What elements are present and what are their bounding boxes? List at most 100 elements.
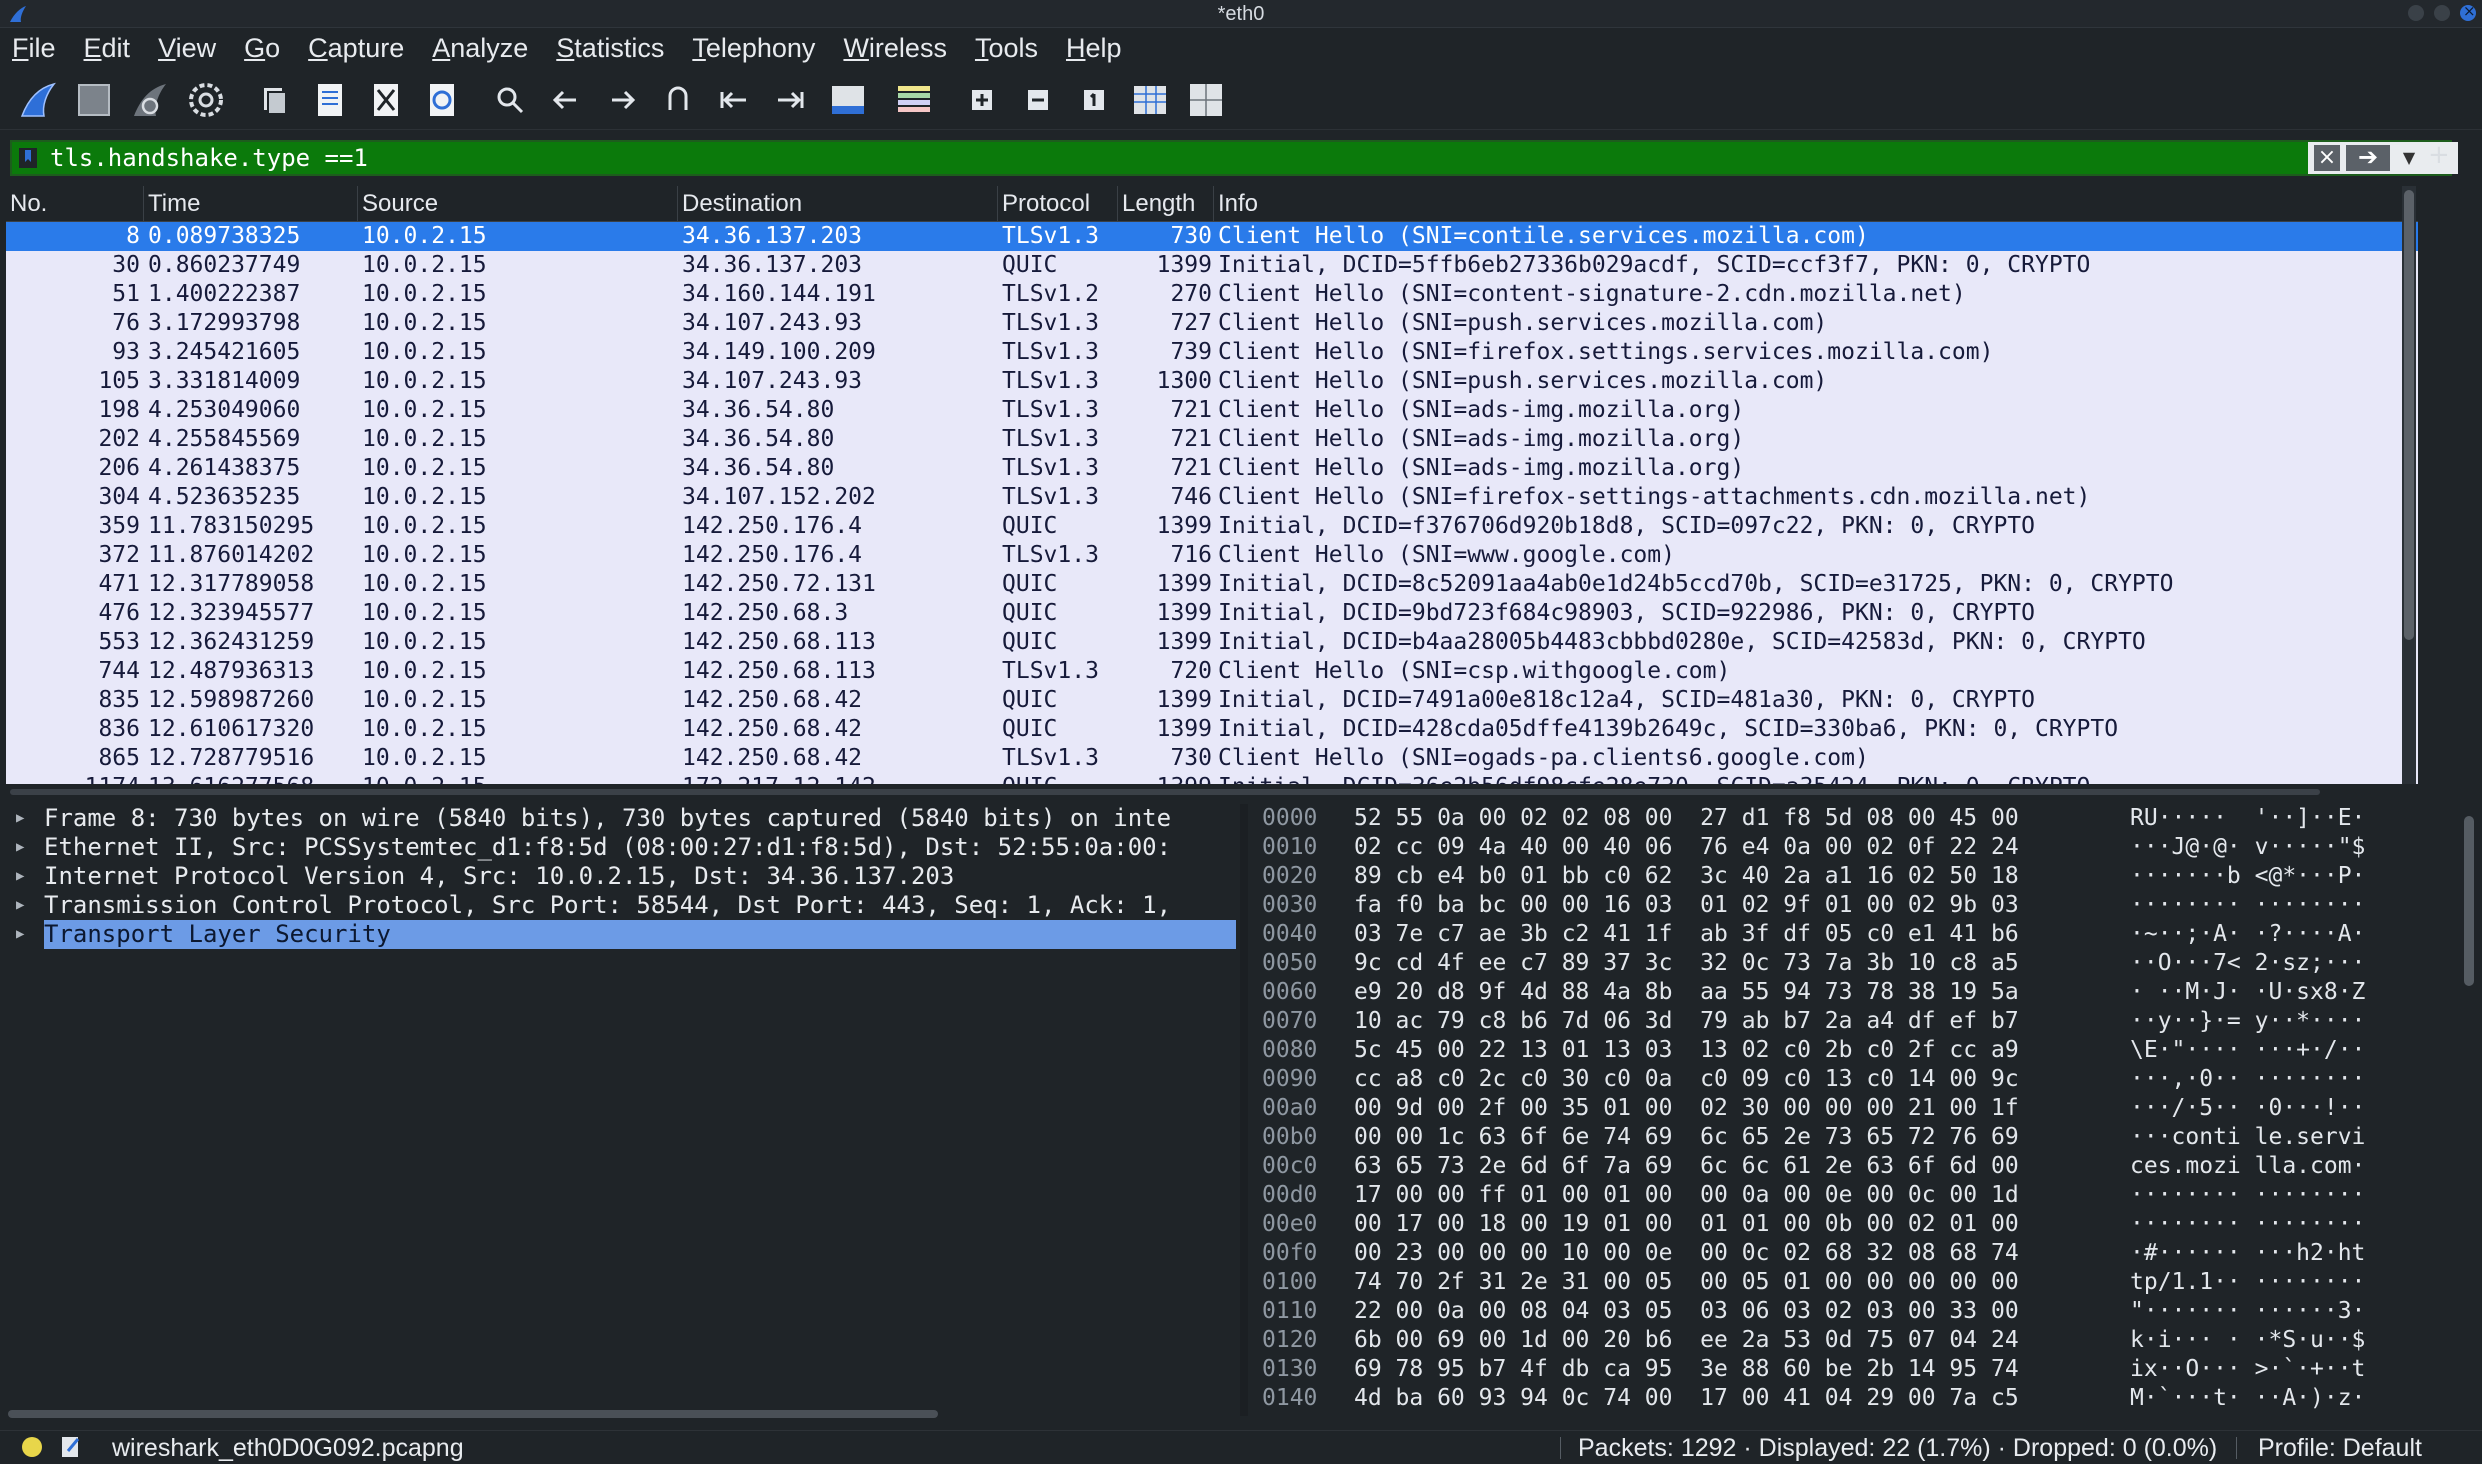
table-row[interactable]: 30 0.860237749 10.0.2.15 34.36.137.203 QUIC 1… <box>6 251 2418 280</box>
zoom-out-icon[interactable] <box>1016 78 1060 122</box>
first-packet-icon[interactable] <box>712 78 756 122</box>
restart-capture-icon[interactable] <box>128 78 172 122</box>
expert-info-icon[interactable] <box>22 1437 42 1457</box>
apply-filter-icon[interactable]: ➔ <box>2346 145 2390 171</box>
close-window-button[interactable] <box>2460 2 2476 21</box>
tree-item[interactable]: ▶ Internet Protocol Version 4, Src: 10.0.… <box>6 862 1240 891</box>
expand-arrow-icon[interactable]: ▶ <box>16 862 24 891</box>
details-hscroll[interactable] <box>8 1410 938 1418</box>
column-header-protocol[interactable]: Protocol <box>998 186 1118 222</box>
menu-edit[interactable]: Edit <box>84 33 131 64</box>
go-back-icon[interactable] <box>544 78 588 122</box>
menu-go[interactable]: Go <box>244 33 280 64</box>
colorize-icon[interactable] <box>892 78 936 122</box>
menu-wireless[interactable]: Wireless <box>843 33 947 64</box>
menu-help[interactable]: Help <box>1066 33 1122 64</box>
last-packet-icon[interactable] <box>768 78 812 122</box>
expand-arrow-icon[interactable]: ▶ <box>16 920 24 949</box>
table-row[interactable]: 1174 13.616277568 10.0.2.15 172.217.12.142 Q… <box>6 773 2418 784</box>
display-filter-input[interactable]: tls.handshake.type ==1 <box>50 142 368 174</box>
capture-comment-icon[interactable] <box>60 1435 82 1459</box>
packet-list-hscroll[interactable] <box>10 789 2320 795</box>
save-file-icon[interactable] <box>308 78 352 122</box>
stop-capture-icon[interactable] <box>72 78 116 122</box>
maximize-button[interactable] <box>2434 5 2450 21</box>
packet-bytes[interactable]: 0000 52 55 0a 00 02 02 08 00 27 d1 f8 5d … <box>1248 804 2468 1416</box>
table-row[interactable]: 76 3.172993798 10.0.2.15 34.107.243.93 TLSv1… <box>6 309 2418 338</box>
chevron-down-icon[interactable]: ▼ <box>2396 145 2422 171</box>
table-row[interactable]: 304 4.523635235 10.0.2.15 34.107.152.202 TLS… <box>6 483 2418 512</box>
column-header-no[interactable]: No. <box>6 186 144 222</box>
table-row[interactable]: 553 12.362431259 10.0.2.15 142.250.68.113 QU… <box>6 628 2418 657</box>
go-forward-icon[interactable] <box>600 78 644 122</box>
expand-arrow-icon[interactable]: ▶ <box>16 891 24 920</box>
pane-splitter[interactable] <box>0 784 2482 800</box>
add-filter-button-icon[interactable]: + <box>2428 140 2450 170</box>
tree-item[interactable]: ▶ Transmission Control Protocol, Src Port… <box>6 891 1240 920</box>
cell-src: 10.0.2.15 <box>362 252 487 278</box>
menu-tools[interactable]: Tools <box>975 33 1038 64</box>
table-row[interactable]: 372 11.876014202 10.0.2.15 142.250.176.4 TLS… <box>6 541 2418 570</box>
reload-file-icon[interactable] <box>420 78 464 122</box>
bookmark-icon[interactable] <box>16 146 40 170</box>
table-row[interactable]: 51 1.400222387 10.0.2.15 34.160.144.191 TLSv… <box>6 280 2418 309</box>
table-row[interactable]: 206 4.261438375 10.0.2.15 34.36.54.80 TLSv1.… <box>6 454 2418 483</box>
table-row[interactable]: 476 12.323945577 10.0.2.15 142.250.68.3 QUIC… <box>6 599 2418 628</box>
cell-proto: TLSv1.3 <box>1002 339 1099 365</box>
table-row[interactable]: 835 12.598987260 10.0.2.15 142.250.68.42 QUI… <box>6 686 2418 715</box>
menu-view[interactable]: View <box>158 33 216 64</box>
table-row[interactable]: 865 12.728779516 10.0.2.15 142.250.68.42 TLS… <box>6 744 2418 773</box>
cell-no: 1174 <box>6 773 140 784</box>
table-row[interactable]: 8 0.089738325 10.0.2.15 34.36.137.203 TLSv1.… <box>6 222 2418 251</box>
tree-item-label: Transport Layer Security <box>44 920 1236 949</box>
table-row[interactable]: 93 3.245421605 10.0.2.15 34.149.100.209 TLSv… <box>6 338 2418 367</box>
find-packet-icon[interactable] <box>488 78 532 122</box>
column-header-destination[interactable]: Destination <box>678 186 998 222</box>
packet-list[interactable]: No. Time Source Destination Protocol Len… <box>6 186 2418 784</box>
packet-details[interactable]: ▶ Frame 8: 730 bytes on wire (5840 bits),… <box>6 804 1240 1416</box>
clear-filter-icon[interactable]: × <box>2314 145 2340 171</box>
go-to-packet-icon[interactable] <box>656 78 700 122</box>
table-row[interactable]: 202 4.255845569 10.0.2.15 34.36.54.80 TLSv1.… <box>6 425 2418 454</box>
menu-file[interactable]: File <box>12 33 56 64</box>
expand-arrow-icon[interactable]: ▶ <box>16 804 24 833</box>
tree-item[interactable]: ▶ Ethernet II, Src: PCSSystemtec_d1:f8:5d… <box>6 833 1240 862</box>
bytes-scrollbar[interactable] <box>2464 816 2474 986</box>
autoscroll-icon[interactable] <box>826 78 870 122</box>
table-row[interactable]: 359 11.783150295 10.0.2.15 142.250.176.4 QUI… <box>6 512 2418 541</box>
normal-size-icon[interactable] <box>1072 78 1116 122</box>
start-capture-icon[interactable] <box>16 78 60 122</box>
capture-options-icon[interactable] <box>184 78 228 122</box>
hex-off: 00d0 <box>1262 1182 1318 1208</box>
hex-ascii: ···/·5·· ·0···!·· <box>2130 1095 2366 1121</box>
zoom-in-icon[interactable] <box>960 78 1004 122</box>
expand-arrow-icon[interactable]: ▶ <box>16 833 24 862</box>
open-file-icon[interactable] <box>252 78 296 122</box>
column-header-info[interactable]: Info <box>1214 186 2414 222</box>
profile-label[interactable]: Profile: Default <box>2258 1431 2422 1464</box>
table-row[interactable]: 105 3.331814009 10.0.2.15 34.107.243.93 TLSv… <box>6 367 2418 396</box>
column-header-length[interactable]: Length <box>1118 186 1214 222</box>
column-numbers-icon[interactable] <box>1184 78 1228 122</box>
hex-bytes: 74 70 2f 31 2e 31 00 05 00 05 01 00 00 0… <box>1354 1269 2019 1295</box>
tree-item[interactable]: ▶ Frame 8: 730 bytes on wire (5840 bits),… <box>6 804 1240 833</box>
table-row[interactable]: 198 4.253049060 10.0.2.15 34.36.54.80 TLSv1.… <box>6 396 2418 425</box>
menu-statistics[interactable]: Statistics <box>556 33 664 64</box>
menu-analyze[interactable]: Analyze <box>432 33 528 64</box>
close-file-icon[interactable] <box>364 78 408 122</box>
minimize-button[interactable] <box>2408 5 2424 21</box>
table-row[interactable]: 744 12.487936313 10.0.2.15 142.250.68.113 TL… <box>6 657 2418 686</box>
menu-capture[interactable]: Capture <box>308 33 404 64</box>
cell-info: Client Hello (SNI=firefox-settings-attac… <box>1218 484 2091 510</box>
column-header-source[interactable]: Source <box>358 186 678 222</box>
menu-telephony[interactable]: Telephony <box>692 33 815 64</box>
column-header-time[interactable]: Time <box>144 186 358 222</box>
pane-divider[interactable] <box>1240 804 1248 1416</box>
table-row[interactable]: 471 12.317789058 10.0.2.15 142.250.72.131 QU… <box>6 570 2418 599</box>
cell-info: Initial, DCID=b4aa28005b4483cbbbd0280e, … <box>1218 629 2146 655</box>
packet-list-scrollbar[interactable] <box>2402 186 2416 784</box>
tree-item[interactable]: ▶ Transport Layer Security <box>6 920 1240 949</box>
table-row[interactable]: 836 12.610617320 10.0.2.15 142.250.68.42 QUI… <box>6 715 2418 744</box>
cell-time: 12.323945577 <box>148 600 315 626</box>
resize-columns-icon[interactable] <box>1128 78 1172 122</box>
